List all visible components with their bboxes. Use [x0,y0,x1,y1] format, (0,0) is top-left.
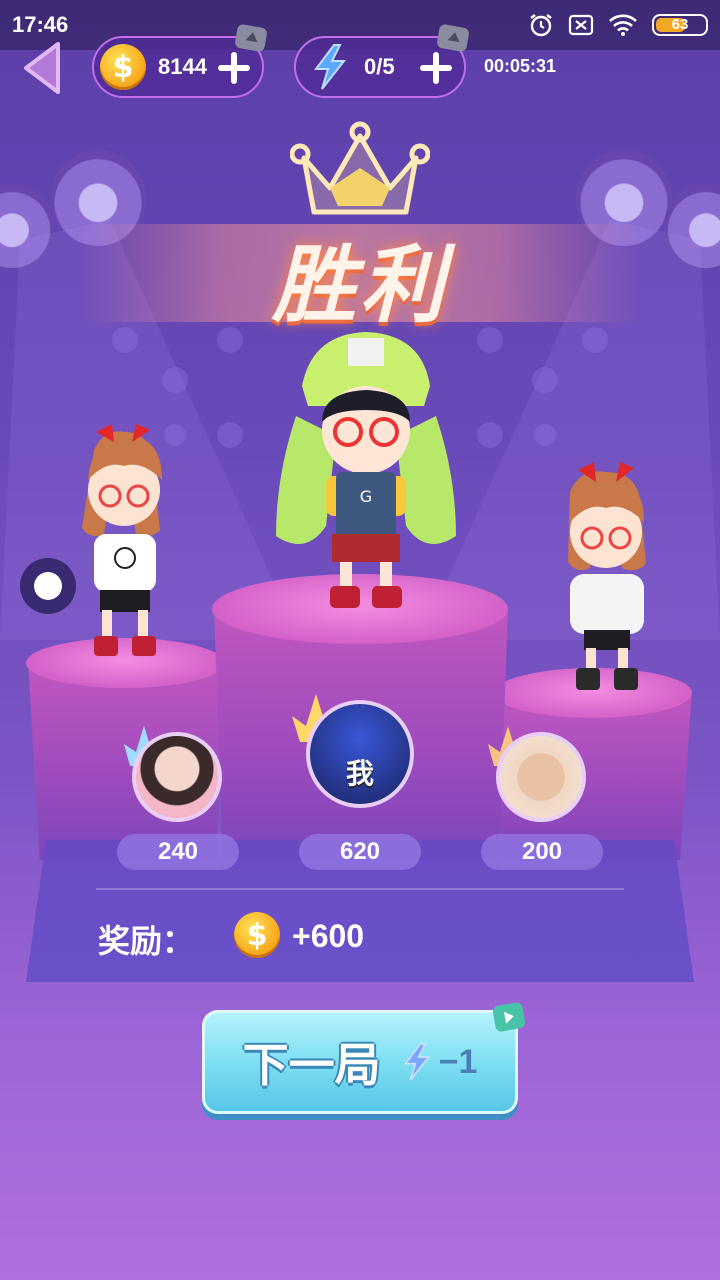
character-left [82,424,162,656]
svg-text:G: G [360,487,372,506]
battery-icon: 63 [652,14,708,36]
result-title: 胜利 [271,238,448,332]
sim-blocked-icon [568,14,594,36]
divider [96,888,624,890]
next-round-label: 下一局 [242,1039,381,1091]
video-ad-icon [491,1001,527,1033]
reward-value: +600 [292,918,365,954]
crown-icon [290,121,430,215]
avatar-player-me[interactable]: 我 [306,700,414,808]
next-round-cost: −1 [399,1041,478,1083]
status-icons: 63 [528,12,708,38]
status-time: 17:46 [12,12,69,37]
energy-count: 0/5 [364,54,395,79]
add-coins-button[interactable] [218,52,250,84]
coin-count: 8144 [158,54,207,79]
lightning-icon [314,44,347,90]
ad-tag-icon [436,23,470,53]
score-player-me: 620 [299,834,421,870]
energy-timer: 00:05:31 [484,56,557,76]
coin-icon: $ [100,44,146,90]
add-energy-button[interactable] [420,52,452,84]
back-button[interactable] [20,40,66,96]
reward-coin-icon: $ [234,912,280,958]
coin-counter: $ 8144 [92,23,268,98]
reward-label: 奖励： [98,923,195,959]
wifi-icon [609,14,637,36]
avatar-me-label: 我 [345,758,374,789]
avatar-player-right[interactable] [496,732,586,822]
character-center: G [276,332,456,608]
character-right [568,462,646,690]
ad-tag-icon [234,23,268,53]
score-player-left: 240 [117,834,239,870]
next-round-button[interactable]: 下一局 −1 [202,1010,518,1114]
floating-menu-button[interactable] [20,558,76,614]
alarm-icon [530,14,552,37]
battery-level: 63 [671,16,689,33]
lightning-icon [403,1043,430,1081]
next-round-cost-value: −1 [438,1042,478,1081]
score-player-right: 200 [481,834,603,870]
energy-counter: 0/5 [294,23,470,98]
avatar-player-left[interactable] [132,732,222,822]
